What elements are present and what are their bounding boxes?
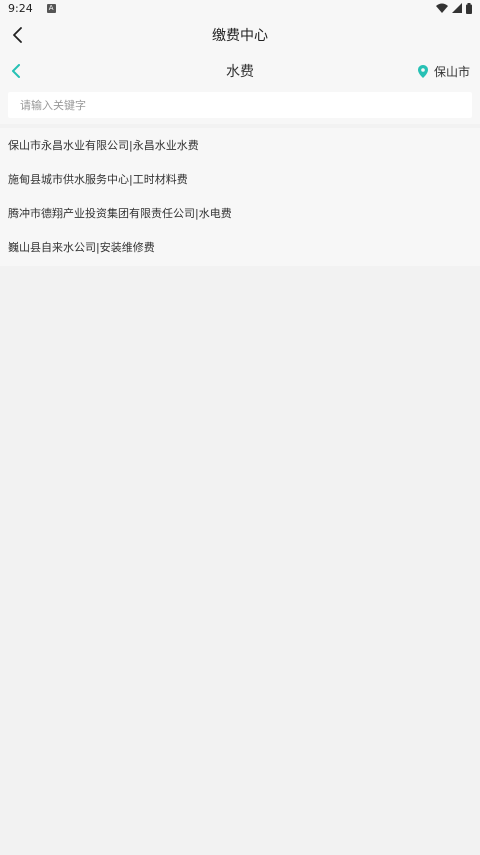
list-item-label: 施甸县城市供水服务中心|工时材料费 [8, 173, 188, 186]
location-selector[interactable]: 保山市 [417, 54, 470, 88]
list-item-label: 腾冲市德翔产业投资集团有限责任公司|水电费 [8, 207, 232, 220]
location-pin-icon [417, 64, 428, 78]
sub-header: 水费 保山市 [0, 54, 480, 88]
page-title: 缴费中心 [212, 28, 268, 44]
battery-icon [466, 2, 472, 14]
list-item[interactable]: 腾冲市德翔产业投资集团有限责任公司|水电费 [0, 196, 480, 230]
status-right [436, 2, 472, 14]
chevron-left-icon [13, 27, 22, 43]
location-label: 保山市 [433, 64, 470, 79]
notification-a-icon: A [46, 3, 56, 13]
title-bar: 缴费中心 [0, 16, 480, 54]
category-title: 水费 [226, 64, 254, 80]
screen: 9:24 A 缴费中心 水费 保山市 请输入关键字 保山市永昌水业有限公司|永昌… [0, 0, 480, 855]
search-input[interactable] [8, 92, 472, 118]
list-item[interactable]: 施甸县城市供水服务中心|工时材料费 [0, 162, 480, 196]
wifi-icon [436, 3, 448, 13]
chevron-left-accent-icon [12, 64, 20, 78]
status-time: 9:24 [8, 1, 33, 15]
status-bar: 9:24 A [0, 0, 480, 16]
list-item-label: 保山市永昌水业有限公司|永昌水业水费 [8, 139, 199, 152]
signal-icon [452, 3, 462, 13]
list-item[interactable]: 保山市永昌水业有限公司|永昌水业水费 [0, 128, 480, 162]
search-bar [0, 88, 480, 124]
back-button[interactable] [6, 23, 30, 47]
list-item[interactable]: 巍山县自来水公司|安装维修费 [0, 230, 480, 264]
provider-list: 保山市永昌水业有限公司|永昌水业水费 施甸县城市供水服务中心|工时材料费 腾冲市… [0, 128, 480, 266]
sub-back-button[interactable] [4, 59, 28, 83]
list-item-label: 巍山县自来水公司|安装维修费 [8, 241, 155, 254]
